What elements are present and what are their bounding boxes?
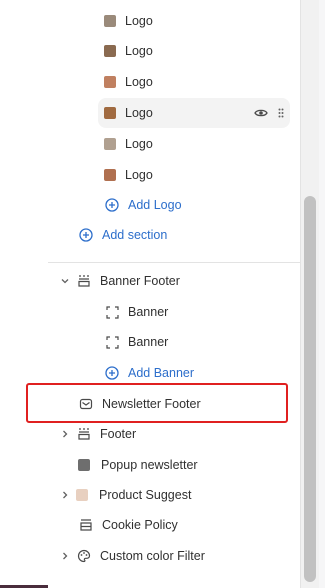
list-item-label: Banner: [128, 335, 169, 349]
layout-rows-icon: [78, 517, 94, 533]
logo-thumbnail: [104, 107, 116, 119]
add-logo-button[interactable]: Add Logo: [104, 190, 325, 220]
list-item-banner[interactable]: Banner: [104, 327, 325, 357]
plus-circle-icon: [104, 365, 120, 381]
list-item-label: Logo: [125, 168, 153, 182]
list-item-logo[interactable]: Logo: [104, 129, 325, 159]
right-edge-panel: [319, 0, 325, 588]
product-suggest-thumbnail: [76, 489, 88, 501]
add-banner-button[interactable]: Add Banner: [104, 358, 325, 388]
add-section-label: Add section: [102, 228, 168, 242]
frame-corners-icon: [104, 334, 120, 350]
add-banner-label: Add Banner: [128, 366, 195, 380]
layout-footer-icon: [76, 273, 92, 289]
section-popup-newsletter[interactable]: Popup newsletter: [78, 450, 318, 480]
theme-editor-sidebar: Logo Logo Logo Logo Logo Logo Add Logo A…: [0, 0, 325, 588]
left-gutter: [0, 0, 48, 588]
chevron-right-icon[interactable]: [60, 551, 74, 561]
section-banner-footer[interactable]: Banner Footer: [60, 266, 300, 296]
popup-thumbnail: [78, 459, 90, 471]
layout-footer-icon: [76, 426, 92, 442]
chevron-down-icon[interactable]: [60, 276, 74, 286]
chevron-right-icon[interactable]: [60, 429, 74, 439]
vertical-scrollbar[interactable]: [300, 0, 319, 588]
list-item-label: Logo: [125, 75, 153, 89]
palette-icon: [76, 548, 92, 564]
section-label: Banner Footer: [100, 274, 180, 288]
chevron-right-icon[interactable]: [60, 490, 74, 500]
section-footer[interactable]: Footer: [60, 419, 300, 449]
list-item-logo[interactable]: Logo: [104, 160, 325, 190]
section-label: Custom color Filter: [100, 549, 205, 563]
list-item-label: Logo: [125, 44, 153, 58]
section-label: Footer: [100, 427, 137, 441]
envelope-icon: [78, 396, 94, 412]
plus-circle-icon: [78, 227, 94, 243]
section-divider: [48, 262, 300, 263]
section-label: Popup newsletter: [101, 458, 198, 472]
list-item-label: Logo: [125, 14, 153, 28]
section-custom-color-filter[interactable]: Custom color Filter: [60, 541, 300, 571]
logo-thumbnail: [104, 138, 116, 150]
list-item-logo[interactable]: Logo: [104, 67, 325, 97]
scrollbar-thumb[interactable]: [304, 196, 316, 582]
section-cookie-policy[interactable]: Cookie Policy: [78, 510, 318, 540]
list-item-logo[interactable]: Logo: [104, 36, 325, 66]
section-label: Product Suggest: [99, 488, 192, 502]
logo-thumbnail: [104, 45, 116, 57]
drag-handle-icon[interactable]: [278, 108, 284, 118]
list-item-logo[interactable]: Logo: [104, 6, 325, 36]
eye-icon[interactable]: [254, 108, 268, 118]
section-product-suggest[interactable]: Product Suggest: [60, 480, 300, 510]
list-item-label: Logo: [125, 106, 153, 120]
frame-corners-icon: [104, 304, 120, 320]
add-section-button[interactable]: Add section: [78, 220, 318, 250]
section-label: Newsletter Footer: [102, 397, 201, 411]
list-item-logo[interactable]: Logo: [98, 98, 290, 128]
list-item-label: Banner: [128, 305, 169, 319]
plus-circle-icon: [104, 197, 120, 213]
logo-thumbnail: [104, 15, 116, 27]
row-actions: [254, 108, 284, 118]
section-newsletter-footer[interactable]: Newsletter Footer: [78, 389, 318, 419]
logo-thumbnail: [104, 76, 116, 88]
add-logo-label: Add Logo: [128, 198, 182, 212]
list-item-label: Logo: [125, 137, 153, 151]
logo-thumbnail: [104, 169, 116, 181]
section-label: Cookie Policy: [102, 518, 178, 532]
list-item-banner[interactable]: Banner: [104, 297, 325, 327]
